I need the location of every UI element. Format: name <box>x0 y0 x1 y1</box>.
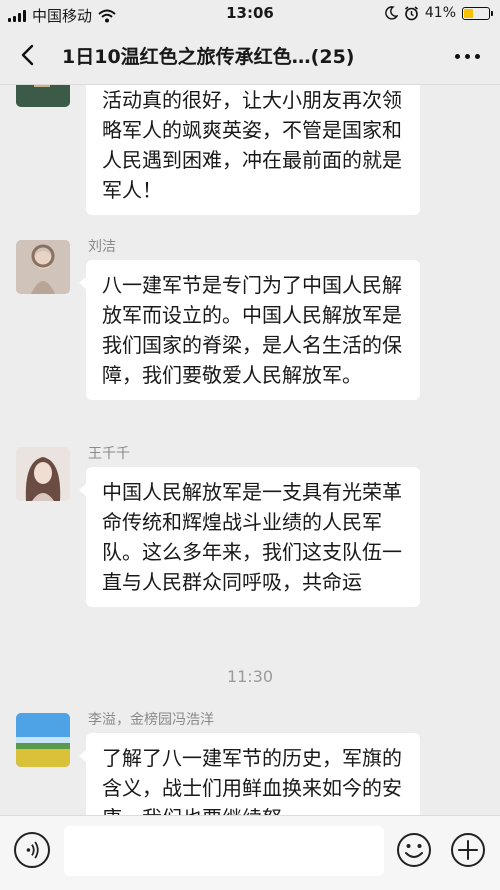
status-bar: 中国移动 13:06 41% <box>0 0 500 28</box>
battery-percent: 41% <box>424 5 456 21</box>
status-right: 41% <box>384 5 493 21</box>
plus-icon[interactable] <box>450 832 486 868</box>
moon-icon <box>385 6 398 20</box>
message-bubble[interactable]: 八一建军节是专门为了中国人民解放军而设立的。中国人民解放军是我们国家的脊梁，是人… <box>79 260 420 400</box>
emoji-icon[interactable] <box>396 832 432 868</box>
message-bubble[interactable]: 了解了八一建军节的历史，军旗的含义，战士们用鲜血换来如今的安康，我们也要继续努 <box>79 733 420 815</box>
chevron-left-icon[interactable] <box>14 40 42 70</box>
message-timestamp: 11:30 <box>226 667 274 686</box>
message-list[interactable]: 活动真的很好，让大小朋友再次领略军人的飒爽英姿，不管是国家和人民遇到困难，冲在最… <box>0 85 500 815</box>
sender-name: 刘洁 <box>88 239 116 255</box>
input-bar <box>0 815 500 890</box>
battery-icon <box>462 6 493 20</box>
voice-icon[interactable] <box>14 832 50 868</box>
avatar[interactable] <box>16 713 70 767</box>
avatar[interactable] <box>16 240 70 294</box>
message-input[interactable] <box>64 826 384 876</box>
sender-name: 王千千 <box>88 446 130 462</box>
avatar[interactable] <box>16 85 70 107</box>
more-dots-icon[interactable] <box>455 54 480 59</box>
alarm-icon <box>404 5 418 20</box>
avatar[interactable] <box>16 447 70 501</box>
chat-title: 1日10温红色之旅传承红色…(25) <box>62 46 355 68</box>
message-bubble[interactable]: 活动真的很好，让大小朋友再次领略军人的飒爽英姿，不管是国家和人民遇到困难，冲在最… <box>86 85 420 215</box>
message-bubble[interactable]: 中国人民解放军是一支具有光荣革命传统和辉煌战斗业绩的人民军队。这么多年来，我们这… <box>79 467 420 607</box>
sender-name: 李溢，金榜园冯浩洋 <box>88 712 214 728</box>
chat-header: 1日10温红色之旅传承红色…(25) <box>0 28 500 85</box>
